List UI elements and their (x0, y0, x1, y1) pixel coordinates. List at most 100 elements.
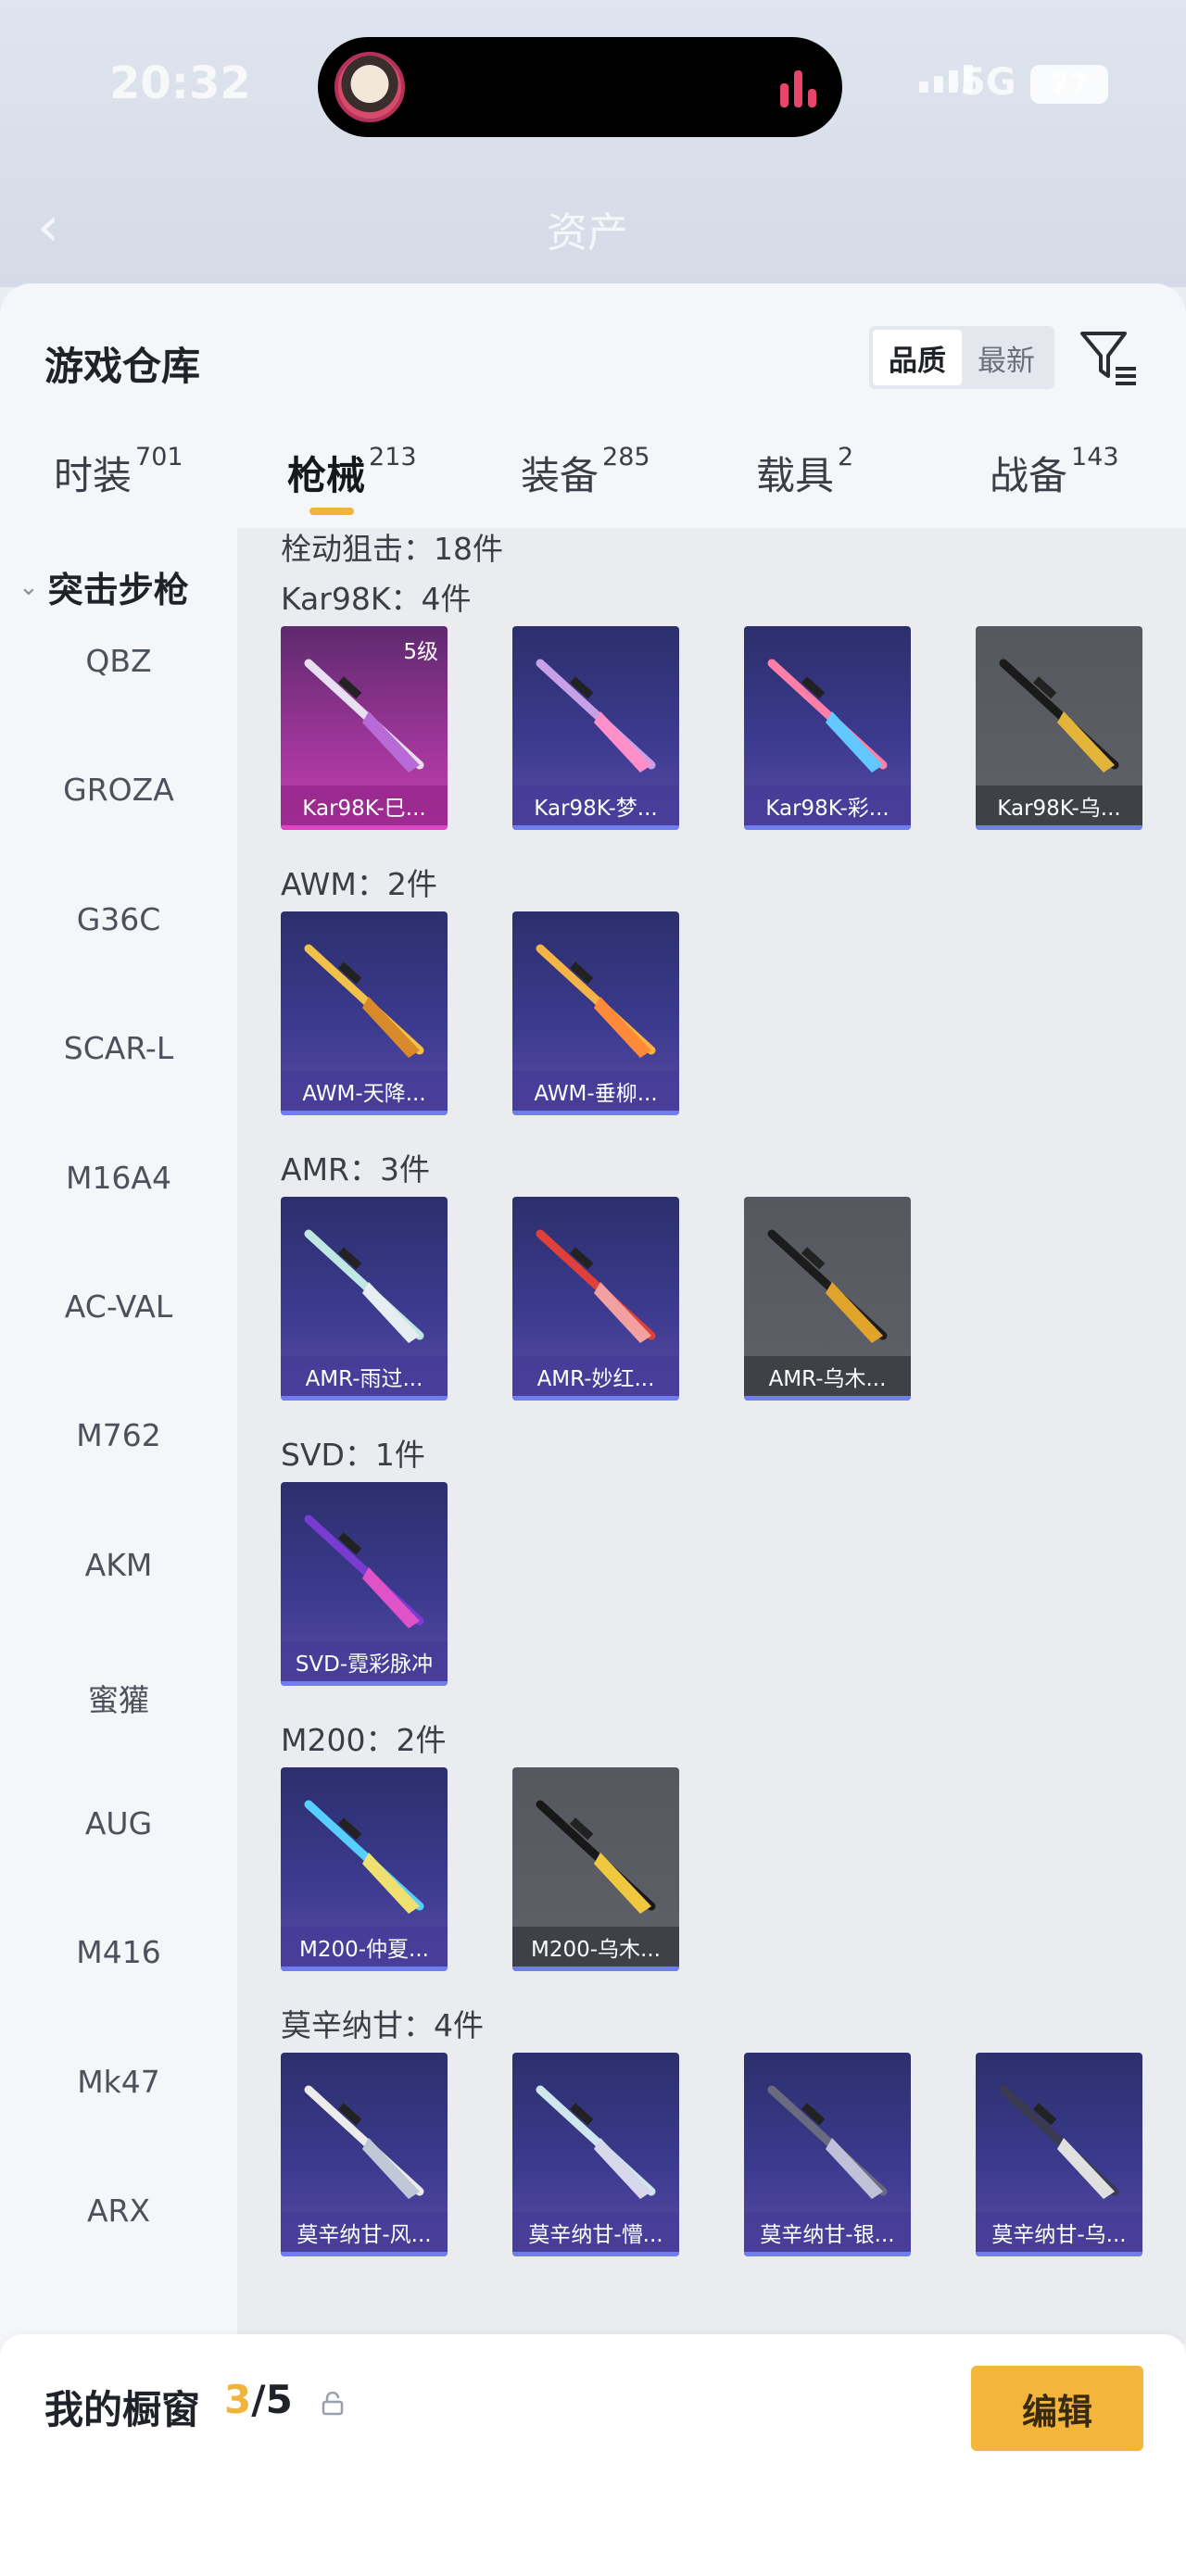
rarity-bar (512, 2252, 679, 2256)
rifle-icon (767, 1229, 888, 1343)
weapon-name: 莫辛纳甘-银... (744, 2212, 911, 2253)
weapon-card[interactable]: AMR-乌木... (744, 1197, 911, 1401)
section-header: AMR：3件 (281, 1151, 430, 1187)
weapon-name: M200-乌木... (512, 1927, 679, 1967)
weapon-card[interactable]: 莫辛纳甘-风... (281, 2053, 448, 2256)
category-item[interactable]: QBZ (0, 643, 237, 679)
weapon-name: 莫辛纳甘-风... (281, 2212, 448, 2253)
network-type: 5G (960, 61, 1016, 104)
rifle-icon (536, 1800, 656, 1914)
lock-icon (322, 2392, 344, 2416)
weapon-card[interactable]: SVD-霓彩脉冲 (281, 1482, 448, 1686)
category-tabs: 时装 701 枪械 213 装备 285 载具 2 战备 143 (0, 422, 1186, 521)
rifle-icon (304, 1800, 424, 1914)
rifle-icon (536, 2085, 656, 2199)
weapon-card[interactable]: AMR-妙红... (512, 1197, 679, 1401)
showcase-bar: 我的橱窗 3/5 编辑 (0, 2334, 1186, 2576)
status-time: 20:32 (109, 57, 251, 109)
weapon-name: 莫辛纳甘-乌... (976, 2212, 1142, 2253)
category-item[interactable]: M16A4 (0, 1160, 237, 1196)
tab-fashion[interactable]: 时装 701 (54, 422, 183, 515)
weapon-card[interactable]: Kar98K-乌... (976, 626, 1142, 830)
category-item[interactable]: AKM (0, 1547, 237, 1583)
weapon-card[interactable]: Kar98K-梦... (512, 626, 679, 830)
tab-vehicles[interactable]: 载具 2 (756, 422, 853, 515)
category-item[interactable]: M762 (0, 1417, 237, 1453)
filter-icon[interactable] (1079, 328, 1142, 391)
rarity-bar (512, 1111, 679, 1115)
weapon-card[interactable]: 莫辛纳甘-银... (744, 2053, 911, 2256)
section-header: AWM：2件 (281, 866, 437, 902)
tab-label: 枪械 (287, 453, 366, 498)
rifle-icon (767, 2085, 888, 2199)
weapon-name: AWM-垂柳... (512, 1071, 679, 1112)
tab-guns[interactable]: 枪械 213 (287, 422, 417, 515)
weapon-category-list: ⌄ 突击步枪 QBZ GROZA G36C SCAR-L M16A4 AC-VA… (0, 528, 237, 2344)
category-item[interactable]: AC-VAL (0, 1288, 237, 1325)
weapon-card[interactable]: M200-乌木... (512, 1767, 679, 1971)
weapon-name: AMR-乌木... (744, 1356, 911, 1397)
weapon-name: 莫辛纳甘-懵... (512, 2212, 679, 2253)
tab-count: 285 (602, 443, 650, 471)
weapon-card[interactable]: AMR-雨过... (281, 1197, 448, 1401)
weapon-card[interactable]: AWM-天降... (281, 911, 448, 1115)
weapon-card[interactable]: AWM-垂柳... (512, 911, 679, 1115)
weapon-grid: 栓动狙击：18件 Kar98K：4件 Kar98K-巳... 5级 Kar98K-梦.… (237, 528, 1186, 2344)
weapon-card[interactable]: Kar98K-彩... (744, 626, 911, 830)
sort-newest-button[interactable]: 最新 (962, 330, 1051, 385)
category-heading-label: 突击步枪 (47, 570, 189, 610)
rifle-icon (304, 1229, 424, 1343)
rarity-bar (512, 1396, 679, 1401)
tab-count: 143 (1071, 443, 1119, 471)
tab-count: 2 (838, 443, 854, 471)
showcase-total: /5 (251, 2377, 293, 2422)
sort-quality-button[interactable]: 品质 (873, 330, 962, 385)
tab-label: 载具 (756, 453, 835, 498)
showcase-label: 我的橱窗 (44, 2387, 201, 2432)
weapon-card[interactable]: M200-仲夏... (281, 1767, 448, 1971)
rarity-bar (281, 825, 448, 830)
level-badge: 5级 (403, 640, 438, 664)
category-item[interactable]: GROZA (0, 772, 237, 808)
weapon-card[interactable]: 莫辛纳甘-懵... (512, 2053, 679, 2256)
edit-button[interactable]: 编辑 (971, 2366, 1143, 2451)
category-item[interactable]: Mk47 (0, 2064, 237, 2100)
weapon-name: Kar98K-彩... (744, 785, 911, 826)
tab-count: 701 (135, 443, 183, 471)
rarity-bar (512, 1967, 679, 1971)
section-header: 栓动狙击：18件 (281, 531, 503, 567)
rarity-bar (512, 825, 679, 830)
sort-toggle: 品质 最新 (869, 326, 1054, 389)
category-item[interactable]: AUG (0, 1805, 237, 1841)
category-heading[interactable]: ⌄ 突击步枪 (19, 561, 189, 612)
back-chevron-icon[interactable]: ‹ (37, 195, 59, 259)
weapon-card[interactable]: 莫辛纳甘-乌... (976, 2053, 1142, 2256)
rifle-icon (767, 659, 888, 773)
category-item[interactable]: 蜜獾 (0, 1676, 237, 1720)
category-item[interactable]: G36C (0, 901, 237, 937)
category-item[interactable]: ARX (0, 2193, 237, 2229)
rarity-bar (976, 825, 1142, 830)
tab-label: 战备 (990, 453, 1068, 498)
chevron-down-icon: ⌄ (19, 572, 39, 601)
weapon-card[interactable]: Kar98K-巳... 5级 (281, 626, 448, 830)
tab-gear[interactable]: 战备 143 (990, 422, 1119, 515)
category-item[interactable]: SCAR-L (0, 1030, 237, 1066)
rarity-bar (976, 2252, 1142, 2256)
rifle-icon (536, 659, 656, 773)
rifle-icon (304, 944, 424, 1058)
rifle-icon (304, 1514, 424, 1628)
weapon-name: SVD-霓彩脉冲 (281, 1641, 448, 1682)
warehouse-sheet: 游戏仓库 品质 最新 时装 701 枪械 213 装备 285 载具 2 战备 143 (0, 283, 1186, 2576)
rifle-icon (999, 659, 1119, 773)
sheet-header: 游戏仓库 品质 最新 (0, 283, 1186, 413)
tab-label: 时装 (54, 453, 132, 498)
page-title: 游戏仓库 (44, 344, 201, 389)
rarity-bar (744, 2252, 911, 2256)
weapon-name: AWM-天降... (281, 1071, 448, 1112)
battery-icon: 77 (1030, 65, 1108, 104)
weapon-name: M200-仲夏... (281, 1927, 448, 1967)
category-item[interactable]: M416 (0, 1934, 237, 1970)
dynamic-island (318, 37, 842, 137)
tab-equipment[interactable]: 装备 285 (521, 422, 650, 515)
